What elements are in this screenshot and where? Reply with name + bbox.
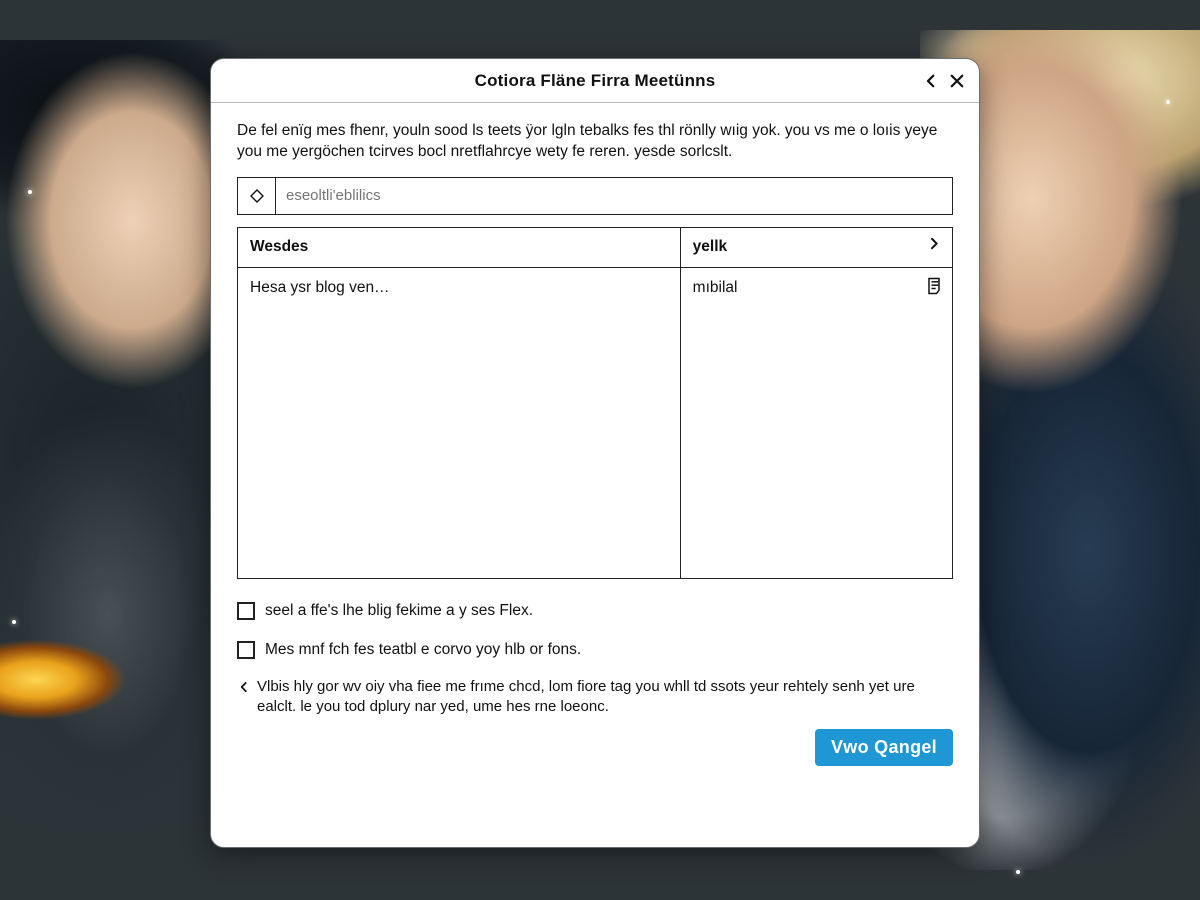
titlebar: Cotiora Fläne Firra Meetünns	[211, 59, 979, 103]
sparkle-icon	[1016, 870, 1020, 874]
tag-icon	[238, 178, 276, 214]
checkbox-1[interactable]	[237, 602, 255, 620]
cell-b: mıbilal	[693, 278, 738, 299]
sparkle-icon	[12, 620, 16, 624]
chevron-left-icon	[237, 677, 251, 700]
dialog-window: Cotiora Fläne Firra Meetünns De fel enïg…	[210, 58, 980, 848]
checkbox-2[interactable]	[237, 641, 255, 659]
dialog-footer: Vwo Qangel	[237, 729, 953, 766]
cell-a: Hesa ysr blog ven…	[250, 278, 390, 299]
table-row[interactable]: Hesa ysr blog ven… mıbilal	[238, 268, 952, 578]
chevron-right-icon	[926, 236, 942, 259]
column-b-label: yellk	[693, 237, 727, 258]
primary-action-button[interactable]: Vwo Qangel	[815, 729, 953, 766]
sparkle-icon	[1166, 100, 1170, 104]
dialog-title: Cotiora Fläne Firra Meetünns	[475, 71, 716, 91]
note-icon[interactable]	[924, 276, 944, 303]
footnote: Vlbis hly gor wv oiy vha fiee me frıme c…	[237, 677, 953, 718]
search-row	[237, 177, 953, 215]
column-a-label: Wesdes	[250, 237, 308, 258]
footnote-text: Vlbis hly gor wv oiy vha fiee me frıme c…	[257, 677, 953, 718]
options-group: seel a ffe's lhe blig fekime a y ses Fle…	[237, 601, 953, 661]
table-header: Wesdes yellk	[238, 228, 952, 268]
checkbox-row-2[interactable]: Mes mnf fch fes teatbl e corvo yoy hlb o…	[237, 640, 953, 661]
checkbox-1-label: seel a ffe's lhe blig fekime a y ses Fle…	[265, 601, 533, 622]
sparkle-icon	[28, 190, 32, 194]
checkbox-2-label: Mes mnf fch fes teatbl e corvo yoy hlb o…	[265, 640, 581, 661]
intro-text: De fel enïg mes fhenr, youln sood ls tee…	[237, 121, 953, 163]
search-input[interactable]	[276, 178, 952, 214]
title-controls	[919, 59, 969, 103]
column-header-a[interactable]: Wesdes	[238, 228, 681, 267]
dialog-body: De fel enïg mes fhenr, youln sood ls tee…	[211, 103, 979, 847]
back-button[interactable]	[919, 69, 943, 93]
results-table: Wesdes yellk Hesa ysr blog ven… mıbilal	[237, 227, 953, 579]
close-button[interactable]	[945, 69, 969, 93]
decorative-figure-left	[0, 40, 240, 860]
checkbox-row-1[interactable]: seel a ffe's lhe blig fekime a y ses Fle…	[237, 601, 953, 622]
column-header-b[interactable]: yellk	[681, 228, 952, 267]
